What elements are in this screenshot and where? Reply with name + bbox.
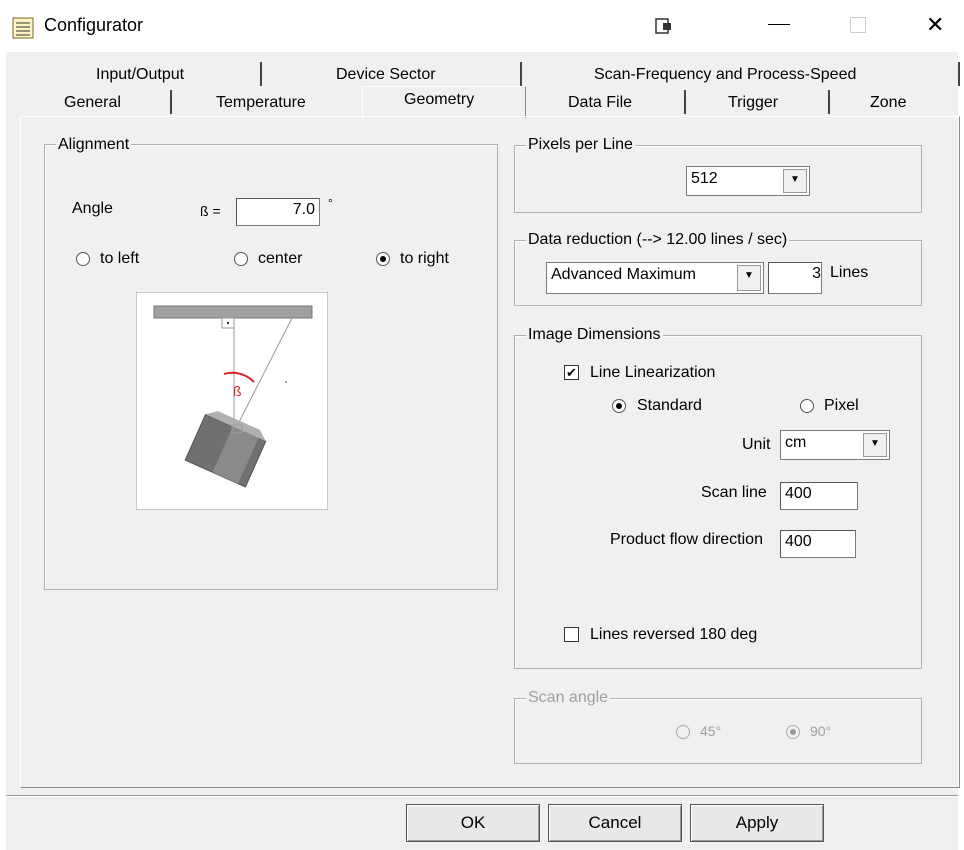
tab-scan-frequency[interactable]: Scan-Frequency and Process-Speed: [594, 66, 856, 84]
radio-scan-angle-45[interactable]: [676, 725, 690, 739]
alignment-group-title: Alignment: [56, 136, 132, 154]
tab-device-sector[interactable]: Device Sector: [336, 66, 436, 84]
image-dimensions-title: Image Dimensions: [526, 326, 663, 344]
lines-reversed-label: Lines reversed 180 deg: [590, 626, 758, 643]
data-reduction-title: Data reduction (--> 12.00 lines / sec): [526, 231, 790, 249]
beta-label: ß =: [200, 203, 221, 219]
scan-angle-title: Scan angle: [526, 689, 611, 707]
tab-data-file[interactable]: Data File: [568, 94, 632, 112]
radio-standard-label: Standard: [637, 397, 702, 414]
unit-select[interactable]: cm ▼: [780, 430, 890, 460]
radio-scan-angle-45-label: 45°: [700, 723, 722, 739]
window-title: Configurator: [44, 15, 144, 35]
alignment-diagram: ß: [136, 292, 328, 510]
unit-label: Unit: [742, 436, 771, 453]
tab-separator: [958, 62, 960, 86]
tab-zone[interactable]: Zone: [870, 94, 906, 112]
chevron-down-icon[interactable]: ▼: [737, 265, 761, 291]
tab-input-output[interactable]: Input/Output: [96, 66, 184, 84]
image-dimensions-group: [514, 335, 922, 669]
radio-scan-angle-90[interactable]: [786, 725, 800, 739]
button-bar-separator: [6, 795, 958, 797]
chevron-down-icon[interactable]: ▼: [863, 433, 887, 457]
scan-line-label: Scan line: [701, 484, 767, 501]
tab-geometry-label: Geometry: [404, 91, 475, 108]
pixels-per-line-title: Pixels per Line: [526, 136, 635, 154]
radio-to-left-label: to left: [100, 250, 140, 267]
angle-input[interactable]: 7.0: [236, 198, 320, 226]
data-reduction-lines-input[interactable]: 3: [768, 262, 822, 294]
data-reduction-mode-value: Advanced Maximum: [551, 266, 696, 283]
degree-unit: °: [328, 196, 333, 210]
tab-temperature[interactable]: Temperature: [216, 94, 306, 112]
tab-trigger[interactable]: Trigger: [728, 94, 778, 112]
unit-value: cm: [785, 434, 807, 451]
radio-scan-angle-90-label: 90°: [810, 723, 832, 739]
configurator-app-icon: [12, 17, 34, 39]
radio-to-left[interactable]: [76, 252, 90, 266]
scan-line-input[interactable]: 400: [780, 482, 858, 510]
line-linearization-checkbox[interactable]: ✔: [564, 365, 579, 380]
chevron-down-icon[interactable]: ▼: [783, 169, 807, 193]
tab-separator: [828, 90, 830, 114]
pixels-per-line-select[interactable]: 512 ▼: [686, 166, 810, 196]
lines-reversed-checkbox[interactable]: [564, 627, 579, 642]
line-linearization-label: Line Linearization: [590, 364, 716, 381]
diagram-beta-symbol: ß: [233, 383, 242, 399]
radio-center[interactable]: [234, 252, 248, 266]
title-bar: [0, 0, 964, 52]
apply-button[interactable]: Apply: [690, 804, 824, 842]
radio-center-label: center: [258, 250, 303, 267]
tab-separator: [260, 62, 262, 86]
radio-pixel[interactable]: [800, 399, 814, 413]
data-reduction-mode-select[interactable]: Advanced Maximum ▼: [546, 262, 764, 294]
pixels-per-line-value: 512: [691, 170, 718, 187]
close-icon[interactable]: ✕: [926, 14, 944, 36]
maximize-button[interactable]: [850, 17, 866, 33]
cancel-button[interactable]: Cancel: [548, 804, 682, 842]
data-reduction-lines-label: Lines: [830, 264, 869, 281]
radio-standard[interactable]: [612, 399, 626, 413]
product-flow-label: Product flow direction: [610, 531, 763, 548]
radio-to-right-label: to right: [400, 250, 449, 267]
product-flow-input[interactable]: 400: [780, 530, 856, 558]
radio-pixel-label: Pixel: [824, 397, 859, 414]
radio-to-right[interactable]: [376, 252, 390, 266]
minimize-button[interactable]: [768, 24, 790, 25]
tab-separator: [520, 62, 522, 86]
window-mode-icon[interactable]: [654, 17, 674, 35]
tab-separator: [684, 90, 686, 114]
angle-label: Angle: [72, 200, 113, 217]
tab-separator: [170, 90, 172, 114]
ok-button[interactable]: OK: [406, 804, 540, 842]
tab-general[interactable]: General: [64, 94, 121, 112]
